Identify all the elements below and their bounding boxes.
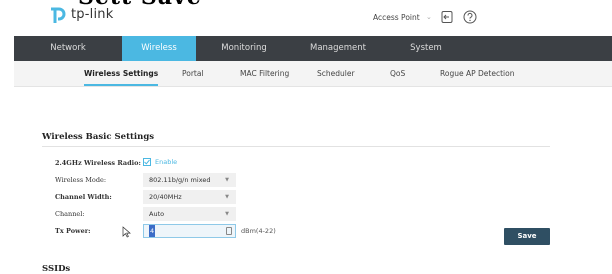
chevron-down-icon: ▼ <box>225 211 229 217</box>
section-title-basic: Wireless Basic Settings <box>42 132 155 142</box>
radio-label: 2.4GHz Wireless Radio: <box>55 159 141 167</box>
nav-network[interactable]: Network <box>14 36 122 61</box>
header: tp-link Access Point ⌄ <box>0 0 612 36</box>
logo-text: tp-link <box>71 6 114 22</box>
clipboard-icon <box>226 227 232 235</box>
channel-width-value: 20/40MHz <box>149 193 182 201</box>
wireless-mode-select[interactable]: 802.11b/g/n mixed ▼ <box>143 173 236 187</box>
channel-value: Auto <box>149 210 165 218</box>
channel-width-select[interactable]: 20/40MHz ▼ <box>143 190 236 204</box>
tab-qos[interactable]: QoS <box>390 61 405 87</box>
divider <box>42 146 550 147</box>
chevron-down-icon: ▼ <box>225 177 229 183</box>
tx-power-unit: dBm(4-22) <box>241 227 276 235</box>
save-button[interactable]: Save <box>504 228 550 245</box>
tab-portal[interactable]: Portal <box>182 61 204 87</box>
section-title-ssids: SSIDs <box>42 264 71 274</box>
main-nav: Network Wireless Monitoring Management S… <box>14 36 612 61</box>
mode-label: Wireless Mode: <box>55 176 107 184</box>
channel-label: Channel: <box>55 210 85 218</box>
tx-power-value: 4 <box>149 225 156 237</box>
nav-management[interactable]: Management <box>292 36 384 61</box>
tx-power-input[interactable]: 4 <box>143 224 236 238</box>
mode-selector[interactable]: Access Point <box>373 13 420 22</box>
nav-system[interactable]: System <box>384 36 468 61</box>
enable-label[interactable]: Enable <box>155 158 177 166</box>
help-icon[interactable] <box>463 10 477 24</box>
channel-select[interactable]: Auto ▼ <box>143 207 236 221</box>
checkmark-icon <box>144 159 150 165</box>
nav-wireless[interactable]: Wireless <box>122 36 196 61</box>
tab-scheduler[interactable]: Scheduler <box>317 61 355 87</box>
sub-nav: Wireless Settings Portal MAC Filtering S… <box>14 61 612 87</box>
chevron-down-icon[interactable]: ⌄ <box>426 13 432 21</box>
enable-checkbox[interactable] <box>143 158 151 166</box>
wireless-mode-value: 802.11b/g/n mixed <box>149 176 211 184</box>
tx-power-label: Tx Power: <box>55 227 91 235</box>
nav-monitoring[interactable]: Monitoring <box>196 36 292 61</box>
logout-icon[interactable] <box>440 10 454 24</box>
logo: tp-link <box>48 4 113 24</box>
tab-wireless-settings[interactable]: Wireless Settings <box>84 61 159 87</box>
tab-rogue-ap-detection[interactable]: Rogue AP Detection <box>440 61 514 87</box>
chevron-down-icon: ▼ <box>225 194 229 200</box>
tp-link-logo-icon <box>51 7 66 23</box>
mouse-cursor-icon <box>122 226 131 238</box>
width-label: Channel Width: <box>55 193 112 201</box>
tab-mac-filtering[interactable]: MAC Filtering <box>240 61 289 87</box>
